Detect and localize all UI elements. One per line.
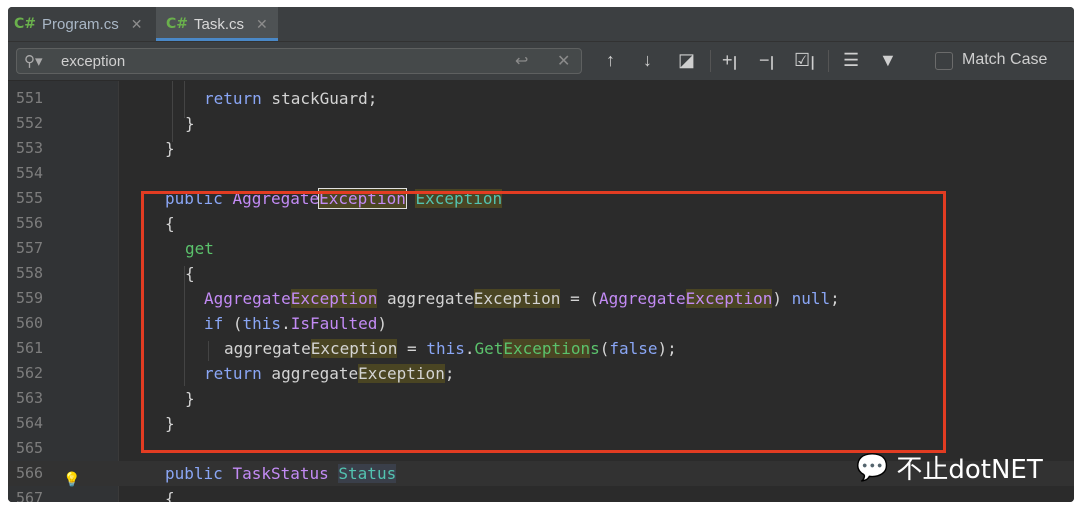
line-number: 558 xyxy=(16,264,44,282)
filter-icon[interactable]: ▼ xyxy=(879,50,897,71)
code-line: 553 } xyxy=(8,136,1074,161)
code-line: 567 { xyxy=(8,486,1074,502)
annotation-highlight-box xyxy=(141,191,946,453)
select-all-matches-icon[interactable]: ☑ꞁ xyxy=(794,50,815,71)
line-number: 564 xyxy=(16,414,44,432)
filter-search-results-icon[interactable]: ☰ xyxy=(843,50,859,71)
previous-occurrence-icon[interactable]: ↑ xyxy=(606,50,615,71)
line-number: 556 xyxy=(16,214,44,232)
tab-program-cs[interactable]: C# Program.cs ✕ xyxy=(14,7,142,41)
toolbar-divider xyxy=(710,50,711,72)
watermark-text: 不止dotNET xyxy=(896,455,1043,485)
line-number: 555 xyxy=(16,189,44,207)
tab-bar: C# Program.cs ✕ C# Task.cs ✕ xyxy=(8,7,1074,42)
line-number: 565 xyxy=(16,439,44,457)
close-icon[interactable]: ✕ xyxy=(131,16,143,33)
toolbar-divider xyxy=(828,50,829,72)
find-toolbar: ⚲▾ exception ↩ ✕ ↑ ↓ ◪ +ꞁ −ꞁ ☑ꞁ ☰ ▼ Matc… xyxy=(8,42,1074,81)
code-line: 551 return stackGuard; xyxy=(8,86,1074,111)
wechat-icon: 💬 xyxy=(856,452,889,483)
code-line: 552 } xyxy=(8,111,1074,136)
line-number: 566 xyxy=(16,464,44,482)
search-query: exception xyxy=(61,53,126,70)
csharp-file-icon: C# xyxy=(166,16,189,32)
line-number: 554 xyxy=(16,164,44,182)
watermark: 💬 不止dotNET xyxy=(856,449,1043,486)
match-case-label: Match Case xyxy=(962,51,1048,68)
new-line-icon[interactable]: ↩ xyxy=(515,51,528,71)
tab-label: Task.cs xyxy=(194,15,245,33)
remove-selection-icon[interactable]: −ꞁ xyxy=(759,50,775,71)
select-all-occurrences-icon[interactable]: ◪ xyxy=(678,50,695,71)
line-number: 567 xyxy=(16,489,44,502)
line-number: 557 xyxy=(16,239,44,257)
code-editor[interactable]: 551 return stackGuard; 552 } 553 } 554 5… xyxy=(8,81,1074,502)
tab-label: Program.cs xyxy=(42,15,119,33)
next-occurrence-icon[interactable]: ↓ xyxy=(643,50,652,71)
line-number: 560 xyxy=(16,314,44,332)
line-number: 552 xyxy=(16,114,44,132)
line-number: 561 xyxy=(16,339,44,357)
tab-task-cs[interactable]: C# Task.cs ✕ xyxy=(156,7,278,41)
add-selection-icon[interactable]: +ꞁ xyxy=(722,50,738,71)
csharp-file-icon: C# xyxy=(14,16,37,32)
line-number: 553 xyxy=(16,139,44,157)
ide-window: C# Program.cs ✕ C# Task.cs ✕ ⚲▾ exceptio… xyxy=(8,7,1074,502)
search-input[interactable]: ⚲▾ exception ↩ ✕ xyxy=(16,48,582,74)
line-number: 551 xyxy=(16,89,44,107)
line-number: 562 xyxy=(16,364,44,382)
code-line: 554 xyxy=(8,161,1074,186)
line-number: 559 xyxy=(16,289,44,307)
search-icon[interactable]: ⚲▾ xyxy=(24,52,43,70)
line-number: 563 xyxy=(16,389,44,407)
match-case-checkbox[interactable] xyxy=(935,52,953,70)
clear-icon[interactable]: ✕ xyxy=(557,51,570,71)
lightbulb-icon[interactable]: 💡 xyxy=(63,472,80,488)
close-icon[interactable]: ✕ xyxy=(256,16,268,33)
